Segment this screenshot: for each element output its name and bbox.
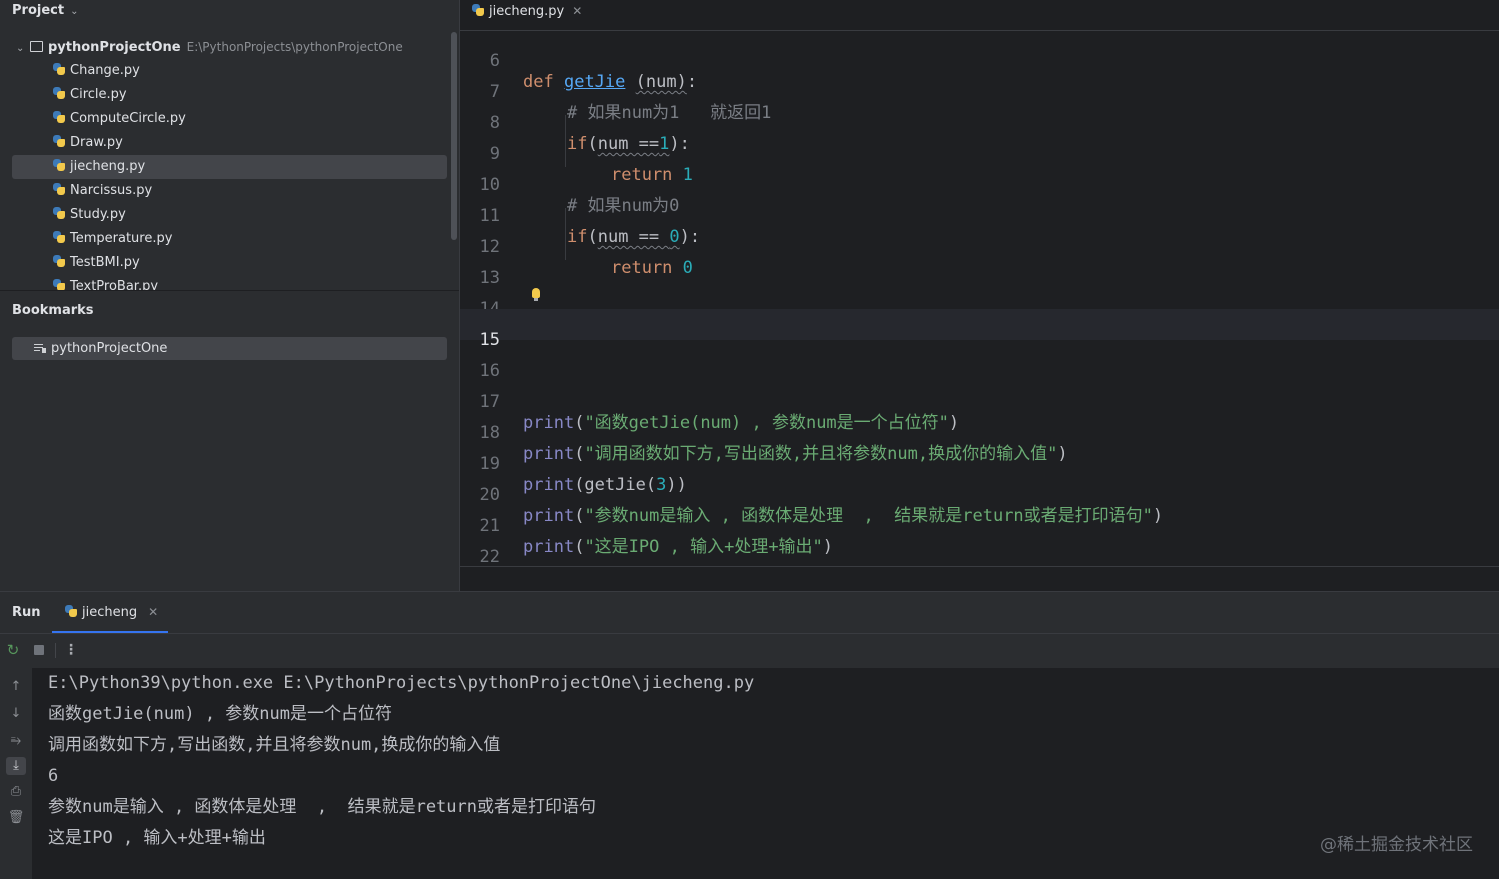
bookmarks-title: Bookmarks [12,303,94,318]
run-tab-jiecheng[interactable]: jiecheng ✕ [52,592,168,633]
code-line[interactable]: 12 return 0 [460,216,1499,278]
code-line[interactable]: 8 if(num ==1): [460,92,1499,154]
tree-file-row[interactable]: Change.py [12,59,447,83]
tree-file-name: Temperature.py [70,231,173,246]
arrow-down-icon[interactable]: ↓ [6,705,26,723]
editor-tab-label: jiecheng.py [489,4,565,19]
editor-horizontal-scrollbar[interactable] [460,566,1499,592]
tree-file-name: Change.py [70,63,140,78]
python-file-icon [472,4,484,16]
code-line[interactable]: 14 return num * getJie(num-1) [460,278,1499,340]
console-line: 调用函数如下方,写出函数,并且将参数num,换成你的输入值 [48,735,501,755]
tree-file-name: Circle.py [70,87,127,102]
bookmark-item[interactable]: pythonProjectOne [12,337,447,360]
project-root-name: pythonProjectOne [48,40,181,55]
chevron-down-icon: ⌄ [70,6,79,17]
tree-file-row[interactable]: Narcissus.py [12,179,447,203]
stop-icon[interactable] [31,642,47,658]
tree-file-row[interactable]: Temperature.py [12,227,447,251]
console-line: 函数getJie(num) , 参数num是一个占位符 [48,704,392,724]
tree-file-name: Study.py [70,207,126,222]
code-line[interactable]: 23 [460,557,1499,566]
project-root-path: E:\PythonProjects\pythonProjectOne [186,40,403,54]
tree-file-name: Draw.py [70,135,123,150]
tree-file-row[interactable]: Circle.py [12,83,447,107]
run-header: Run jiecheng ✕ [0,592,1499,634]
bookmarks-panel: Bookmarks pythonProjectOne [0,290,459,592]
tree-file-name: TestBMI.py [70,255,140,270]
console-line: E:\Python39\python.exe E:\PythonProjects… [48,673,755,693]
python-file-icon [53,63,65,75]
code-line[interactable]: 21 print("这是IPO , 输入+处理+输出") [460,495,1499,557]
python-file-icon [53,159,65,171]
python-file-icon [53,231,65,243]
run-panel: Run jiecheng ✕ ↻ ⋮ ↑ ↓ ⥱ ⤓ ⎙ 🗑 E:\Python3… [0,591,1499,879]
tree-file-name: TextProBar.py [70,279,159,290]
code-line[interactable]: 16 [460,340,1499,381]
code-line[interactable]: 20 print("参数num是输入 , 函数体是处理 , 结果就是return… [460,464,1499,526]
soft-wrap-icon[interactable]: ⥱ [6,732,26,750]
console-line: 这是IPO , 输入+处理+输出 [48,828,266,848]
project-panel-title[interactable]: Project ⌄ [12,3,78,18]
code-line[interactable]: 11 if(num == 0): [460,185,1499,247]
rerun-icon[interactable]: ↻ [5,642,21,658]
tree-file-row[interactable]: Draw.py [12,131,447,155]
editor-tab-jiecheng[interactable]: jiecheng.py ✕ [472,0,586,30]
code-line[interactable]: 7 # 如果num为1 就返回1 [460,61,1499,123]
bookmark-item-label: pythonProjectOne [51,341,168,356]
arrow-up-icon[interactable]: ↑ [6,678,26,696]
tree-file-name: jiecheng.py [70,159,146,174]
tree-file-row[interactable]: ComputeCircle.py [12,107,447,131]
console-line: 6 [48,766,59,786]
code-line[interactable]: 13 [460,247,1499,288]
tree-file-row-selected[interactable]: jiecheng.py [12,155,447,179]
trash-icon[interactable]: 🗑 [6,809,26,827]
python-file-icon [53,183,65,195]
python-file-icon [53,279,65,290]
tree-file-row[interactable]: TextProBar.py [12,275,447,290]
editor-area: jiecheng.py ✕ 6 def getJie (num): 7 # 如果n… [459,0,1499,592]
run-tab-indicator [52,631,168,633]
project-scrollbar[interactable] [451,32,457,240]
scroll-to-end-icon[interactable]: ⤓ [6,757,26,775]
code-view[interactable]: 6 def getJie (num): 7 # 如果num为1 就返回1 8 i… [460,30,1499,566]
editor-tab-bar: jiecheng.py ✕ [460,0,1499,31]
tree-file-name: ComputeCircle.py [70,111,186,126]
run-tab-label: jiecheng [82,605,138,620]
python-file-icon [53,207,65,219]
watermark: @稀土掘金技术社区 [1320,835,1473,855]
code-line[interactable]: 10 # 如果num为0 [460,154,1499,216]
python-file-icon [53,135,65,147]
more-vertical-icon[interactable]: ⋮ [63,642,79,658]
code-line[interactable]: 18 print("调用函数如下方,写出函数,并且将参数num,换成你的输入值"… [460,402,1499,464]
python-file-icon [65,605,77,617]
print-icon[interactable]: ⎙ [6,783,26,801]
run-label: Run [12,605,41,620]
python-file-icon [53,111,65,123]
project-tree: ⌄ pythonProjectOne E:\PythonProjects\pytho… [12,35,447,290]
tree-root-project[interactable]: ⌄ pythonProjectOne E:\PythonProjects\pytho… [12,35,447,59]
code-line[interactable]: 6 def getJie (num): [460,30,1499,92]
code-line[interactable]: 22 [460,526,1499,566]
console-output[interactable]: E:\Python39\python.exe E:\PythonProjects… [48,668,1468,879]
folder-icon [30,41,43,52]
console-line: 参数num是输入 , 函数体是处理 , 结果就是return或者是打印语句 [48,797,596,817]
code-line-current[interactable]: 15 [460,309,1499,350]
run-sidebar: ↑ ↓ ⥱ ⤓ ⎙ 🗑 [0,668,32,879]
code-line[interactable]: 9 return 1 [460,123,1499,185]
close-icon[interactable]: ✕ [572,4,582,18]
close-icon[interactable]: ✕ [148,605,158,619]
run-toolbar: ↻ ⋮ [0,634,1499,668]
tree-file-row[interactable]: Study.py [12,203,447,227]
chevron-down-icon[interactable]: ⌄ [16,37,30,61]
python-file-icon [53,255,65,267]
code-line[interactable]: 19 print(getJie(3)) [460,433,1499,495]
python-file-icon [53,87,65,99]
tree-file-name: Narcissus.py [70,183,153,198]
lightbulb-icon[interactable] [532,288,540,301]
toolbar-separator [55,643,56,658]
tree-file-row[interactable]: TestBMI.py [12,251,447,275]
code-line[interactable]: 17 print("函数getJie(num) , 参数num是一个占位符") [460,371,1499,433]
bookmark-list-icon [34,343,46,353]
